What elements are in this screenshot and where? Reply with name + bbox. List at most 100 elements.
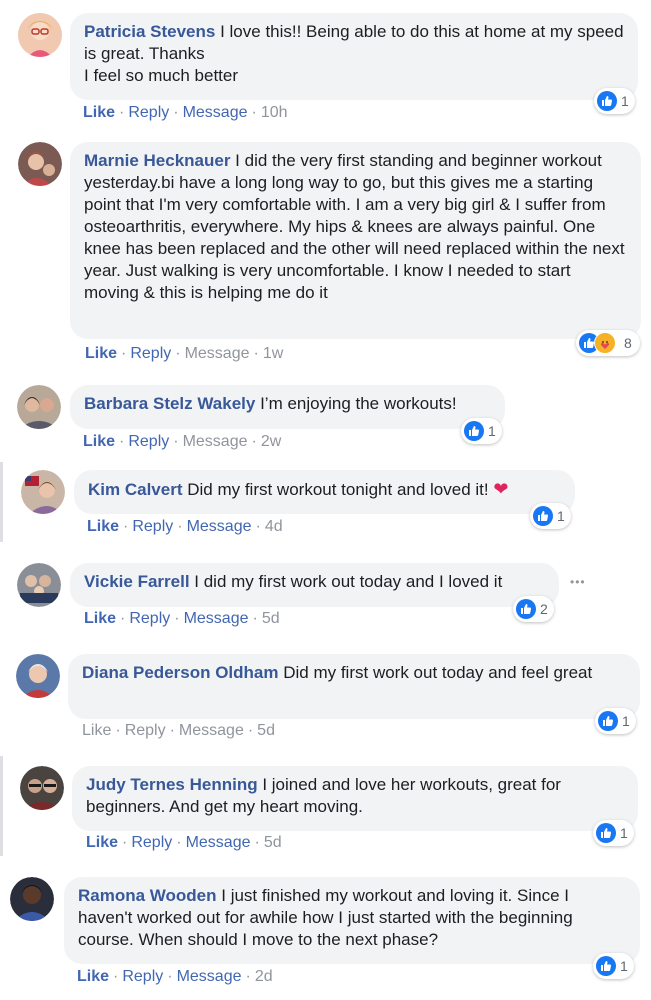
reaction-summary[interactable]: 1	[594, 88, 635, 114]
comment-bubble: Marnie Hecknauer I did the very first st…	[70, 142, 641, 339]
avatar[interactable]	[10, 877, 54, 921]
comment-actions: Like · Reply · Message · 5d	[86, 834, 282, 852]
separator: ·	[113, 968, 119, 985]
separator: ·	[175, 345, 181, 362]
message-button[interactable]: Message	[184, 610, 249, 627]
separator: ·	[123, 518, 129, 535]
comment-author[interactable]: Vickie Farrell	[84, 572, 190, 591]
message-button[interactable]: Message	[177, 968, 242, 985]
comment-actions: Like · Reply · Message · 1w	[85, 345, 283, 363]
reaction-count: 8	[624, 335, 632, 351]
comment-author[interactable]: Barbara Stelz Wakely	[84, 394, 255, 413]
comment-actions: Like · Reply · Message · 10h	[83, 104, 288, 122]
separator: ·	[119, 104, 125, 121]
like-reaction-icon	[597, 91, 617, 111]
separator: ·	[255, 518, 261, 535]
comment-text: I did my first work out today and I love…	[189, 572, 503, 591]
reaction-summary[interactable]: 1	[530, 503, 571, 529]
comment-bubble: Kim Calvert Did my first workout tonight…	[74, 470, 575, 514]
comment-author[interactable]: Kim Calvert	[88, 480, 182, 499]
message-button[interactable]: Message	[185, 345, 250, 362]
comment-bubble: Barbara Stelz Wakely I’m enjoying the wo…	[70, 385, 505, 429]
separator: ·	[245, 968, 251, 985]
comment-timestamp[interactable]: 5d	[264, 834, 282, 851]
more-options-icon[interactable]: •••	[570, 575, 586, 589]
avatar[interactable]	[16, 654, 60, 698]
reply-button[interactable]: Reply	[122, 968, 163, 985]
avatar[interactable]	[17, 563, 61, 607]
reaction-summary[interactable]: 2	[513, 596, 554, 622]
reply-button[interactable]: Reply	[132, 518, 173, 535]
like-button[interactable]: Like	[82, 722, 111, 739]
like-reaction-icon	[596, 956, 616, 976]
comment-bubble: Patricia Stevens I love this!! Being abl…	[70, 13, 638, 100]
reaction-count: 1	[557, 508, 565, 524]
comment-text: Did my first work out today and feel gre…	[278, 663, 593, 682]
separator: ·	[177, 518, 183, 535]
reaction-summary[interactable]: 1	[593, 953, 634, 979]
like-button[interactable]: Like	[84, 610, 116, 627]
comment-actions: Like · Reply · Message · 2d	[77, 968, 273, 986]
message-button[interactable]: Message	[179, 722, 244, 739]
comment-author[interactable]: Patricia Stevens	[84, 22, 215, 41]
reaction-summary[interactable]: 1	[595, 708, 636, 734]
comment-text: I did the very first standing and beginn…	[84, 151, 625, 302]
separator: ·	[173, 433, 179, 450]
like-reaction-icon	[516, 599, 536, 619]
comment-timestamp[interactable]: 5d	[262, 610, 280, 627]
reply-button[interactable]: Reply	[131, 834, 172, 851]
like-button[interactable]: Like	[85, 345, 117, 362]
comment-author[interactable]: Marnie Hecknauer	[84, 151, 230, 170]
separator: ·	[176, 834, 182, 851]
avatar[interactable]	[17, 385, 61, 429]
separator: ·	[120, 610, 126, 627]
comment-author[interactable]: Ramona Wooden	[78, 886, 217, 905]
reaction-summary[interactable]: 1	[461, 418, 502, 444]
comment-timestamp[interactable]: 1w	[263, 345, 283, 362]
comment-bubble: Diana Pederson Oldham Did my first work …	[68, 654, 640, 719]
separator: ·	[252, 610, 258, 627]
like-reaction-icon	[598, 711, 618, 731]
care-reaction-icon	[594, 332, 616, 354]
separator: ·	[119, 433, 125, 450]
message-button[interactable]: Message	[183, 104, 248, 121]
like-button[interactable]: Like	[83, 104, 115, 121]
reply-button[interactable]: Reply	[128, 433, 169, 450]
comment-timestamp[interactable]: 4d	[265, 518, 283, 535]
reaction-count: 1	[621, 93, 629, 109]
like-button[interactable]: Like	[77, 968, 109, 985]
avatar[interactable]	[18, 142, 62, 186]
comment-timestamp[interactable]: 5d	[257, 722, 275, 739]
message-button[interactable]: Message	[186, 834, 251, 851]
reaction-count: 1	[622, 713, 630, 729]
reaction-summary[interactable]: 8	[576, 330, 640, 356]
message-button[interactable]: Message	[183, 433, 248, 450]
comment-timestamp[interactable]: 2w	[261, 433, 281, 450]
avatar[interactable]	[18, 13, 62, 57]
reply-button[interactable]: Reply	[125, 722, 166, 739]
comment-author[interactable]: Judy Ternes Henning	[86, 775, 258, 794]
message-button[interactable]: Message	[187, 518, 252, 535]
like-reaction-icon	[464, 421, 484, 441]
comment-text: I’m enjoying the workouts!	[255, 394, 457, 413]
separator: ·	[247, 722, 254, 739]
separator: ·	[251, 433, 257, 450]
comment-timestamp[interactable]: 10h	[261, 104, 288, 121]
reply-button[interactable]: Reply	[130, 345, 171, 362]
reaction-summary[interactable]: 1	[593, 820, 634, 846]
separator: ·	[121, 345, 127, 362]
comment-timestamp[interactable]: 2d	[255, 968, 273, 985]
heart-emoji-icon: ❤	[493, 479, 509, 499]
avatar[interactable]	[21, 470, 65, 514]
reply-button[interactable]: Reply	[129, 610, 170, 627]
like-button[interactable]: Like	[86, 834, 118, 851]
separator: ·	[169, 722, 175, 739]
separator: ·	[251, 104, 257, 121]
reply-button[interactable]: Reply	[128, 104, 169, 121]
reaction-count: 1	[620, 825, 628, 841]
avatar[interactable]	[20, 766, 64, 810]
comment-author[interactable]: Diana Pederson Oldham	[82, 663, 279, 682]
like-button[interactable]: Like	[87, 518, 119, 535]
like-button[interactable]: Like	[83, 433, 115, 450]
comment-bubble: Judy Ternes Henning I joined and love he…	[72, 766, 638, 831]
